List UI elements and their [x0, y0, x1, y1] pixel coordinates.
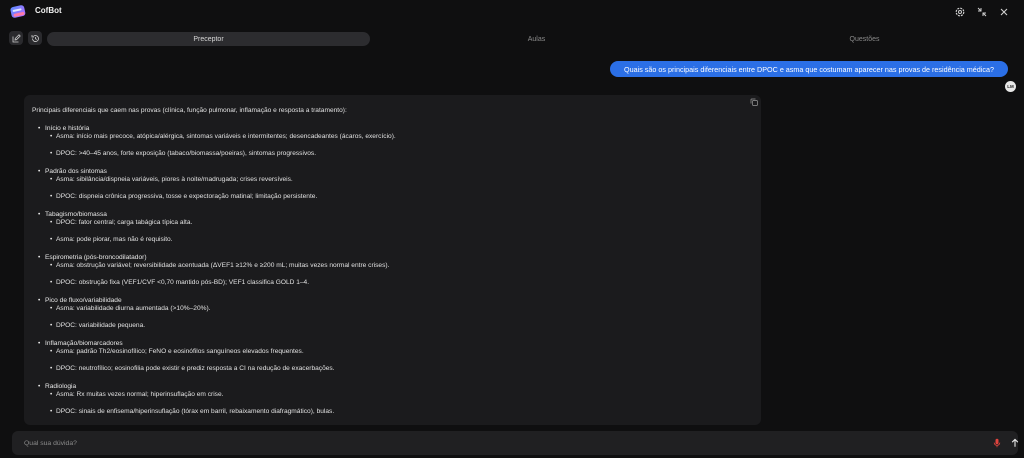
collapse-icon[interactable] [976, 6, 988, 18]
list-item: Asma: variabilidade diurna aumentada (>1… [32, 305, 752, 313]
list-item: DPOC: variabilidade pequena. [32, 322, 752, 330]
section-inicio: Início e história Asma: início mais prec… [32, 125, 752, 158]
user-message-bubble: Quais são os principais diferenciais ent… [610, 61, 1008, 77]
section-tabagismo: Tabagismo/biomassa DPOC: fator central; … [32, 211, 752, 244]
list-item: Asma: padrão Th2/eosinofílico; FeNO e eo… [32, 348, 752, 356]
gear-icon[interactable] [954, 6, 966, 18]
close-icon[interactable] [998, 6, 1010, 18]
copy-icon[interactable] [750, 98, 758, 106]
section-title: Radiologia [32, 383, 752, 391]
section-title: Início e história [32, 125, 752, 133]
bot-response-panel: Principais diferenciais que caem nas pro… [24, 95, 761, 425]
cofbot-logo-icon [10, 5, 26, 18]
list-item: DPOC: neutrofílico; eosinofilia pode exi… [32, 365, 752, 373]
list-item: Asma: Rx muitas vezes normal; hiperinsuf… [32, 391, 752, 399]
tab-questoes[interactable]: Questões [703, 32, 1024, 46]
tab-preceptor[interactable]: Preceptor [47, 32, 370, 46]
list-item: DPOC: >40–45 anos, forte exposição (taba… [32, 150, 752, 158]
tab-aulas[interactable]: Aulas [375, 32, 698, 46]
section-inflamacao: Inflamação/biomarcadores Asma: padrão Th… [32, 340, 752, 373]
section-title: Tabagismo/biomassa [32, 211, 752, 219]
section-padrao: Padrão dos sintomas Asma: sibilância/dis… [32, 168, 752, 201]
question-input[interactable] [24, 437, 924, 449]
history-icon [31, 34, 39, 42]
section-espirometria: Espirometria (pós-broncodilatador) Asma:… [32, 254, 752, 287]
title-bar: CofBot [0, 0, 1024, 24]
chat-input-bar [12, 431, 1020, 455]
list-item: Asma: obstrução variável; reversibilidad… [32, 262, 752, 270]
app-title: CofBot [35, 6, 62, 15]
list-item: Asma: sibilância/dispneia variáveis, pio… [32, 176, 752, 184]
section-title: Padrão dos sintomas [32, 168, 752, 176]
list-item: DPOC: obstrução fixa (VEF1/CVF <0,70 man… [32, 279, 752, 287]
history-button[interactable] [28, 31, 42, 45]
section-title: Pico de fluxo/variabilidade [32, 297, 752, 305]
list-item: DPOC: fator central; carga tabágica típi… [32, 219, 752, 227]
section-title: Espirometria (pós-broncodilatador) [32, 254, 752, 262]
edit-icon [12, 33, 21, 42]
list-item: DPOC: sinais de enfisema/hiperinsuflação… [32, 408, 752, 416]
list-item: DPOC: dispneia crônica progressiva, toss… [32, 193, 752, 201]
section-radiologia: Radiologia Asma: Rx muitas vezes normal;… [32, 383, 752, 416]
avatar: LM [1005, 81, 1016, 92]
list-item: Asma: pode piorar, mas não é requisito. [32, 236, 752, 244]
bot-intro: Principais diferenciais que caem nas pro… [32, 107, 347, 114]
section-pico-fluxo: Pico de fluxo/variabilidade Asma: variab… [32, 297, 752, 330]
mic-icon[interactable] [992, 438, 1002, 448]
bot-response-content: Principais diferenciais que caem nas pro… [32, 107, 752, 425]
section-title: Inflamação/biomarcadores [32, 340, 752, 348]
arrow-up-icon[interactable] [1010, 438, 1020, 448]
list-item: Asma: início mais precoce, atópica/alérg… [32, 133, 752, 141]
toolbar: Preceptor Aulas Questões [0, 30, 1024, 48]
new-chat-button[interactable] [9, 31, 23, 45]
